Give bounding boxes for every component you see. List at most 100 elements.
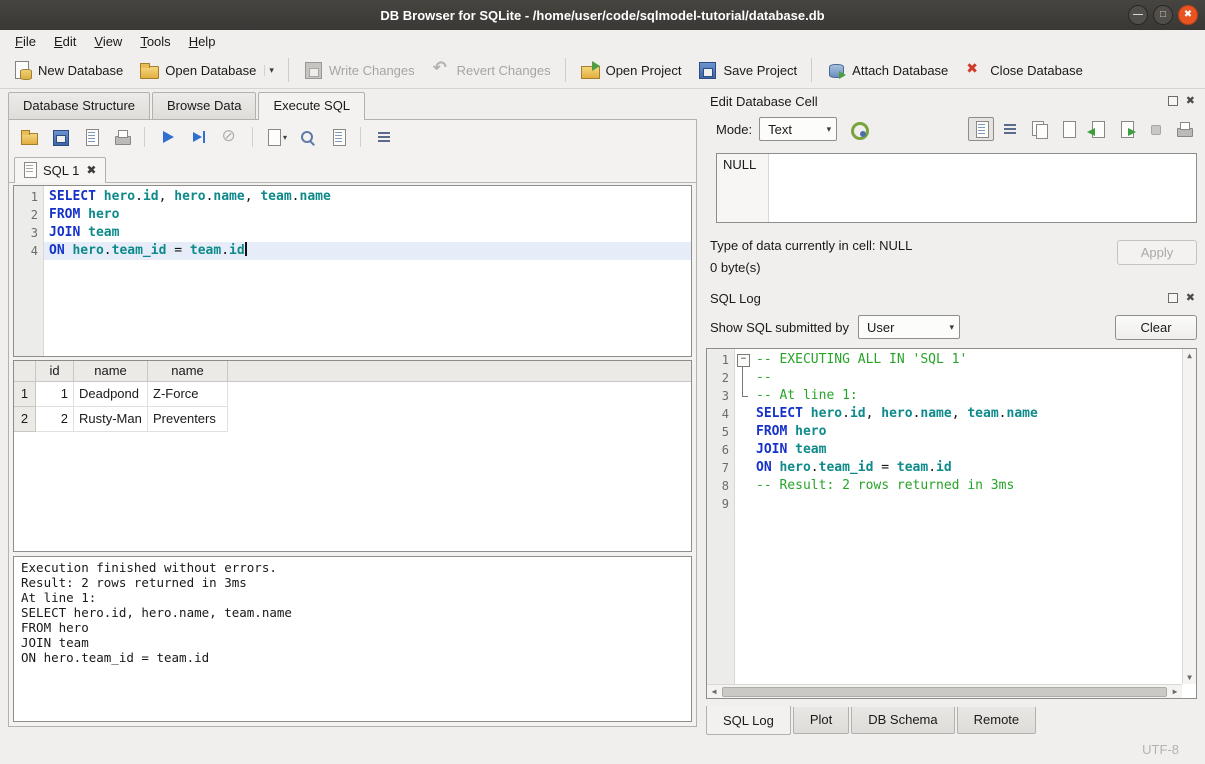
export-cell-button[interactable] [1113, 117, 1139, 141]
edit-cell-dock-header: Edit Database Cell ✖ [706, 89, 1197, 113]
replace-button[interactable] [324, 125, 351, 150]
import-cell-button[interactable] [1084, 117, 1110, 141]
float-dock-icon[interactable] [1168, 293, 1178, 303]
bottom-tab-db-schema[interactable]: DB Schema [851, 707, 954, 734]
table-cell[interactable]: Z-Force [148, 382, 228, 407]
menu-edit[interactable]: Edit [45, 32, 85, 51]
save-cell-button[interactable] [1055, 117, 1081, 141]
cell-value-editor[interactable]: NULL [716, 153, 1197, 223]
attach-database-icon [826, 60, 846, 80]
fold-marker [735, 387, 751, 405]
line-number: 1 [707, 351, 729, 369]
log-line: FROM hero [751, 423, 1196, 441]
query-tab-sql-1[interactable]: SQL 1 ✖ [14, 157, 106, 183]
format-sql-button[interactable] [370, 125, 397, 150]
open-database-button[interactable]: Open Database▾ [131, 56, 282, 84]
query-tabbar: SQL 1 ✖ [9, 154, 696, 183]
close-window-button[interactable]: ✖ [1178, 5, 1198, 25]
horizontal-scrollbar[interactable]: ◀ ▶ [707, 684, 1182, 698]
chevron-down-icon[interactable]: ▾ [264, 65, 274, 76]
menu-file[interactable]: File [6, 32, 45, 51]
editor-line: SELECT hero.id, hero.name, team.name [44, 188, 691, 206]
save-sql-file-button[interactable] [46, 125, 73, 150]
execute-sql-frame: ▾ SQL 1 ✖ 1234 SELECT hero.id, hero.name… [8, 119, 697, 727]
column-header-id-0[interactable]: id [36, 361, 74, 382]
table-corner[interactable] [14, 361, 36, 382]
menu-view[interactable]: View [85, 32, 131, 51]
clear-log-button[interactable]: Clear [1115, 315, 1197, 340]
mode-select[interactable]: Text ▾ [759, 117, 837, 141]
line-number: 2 [14, 206, 38, 224]
close-tab-icon[interactable]: ✖ [85, 163, 97, 177]
statusbar: UTF-8 [0, 736, 1205, 763]
open-sql-file-button[interactable] [15, 125, 42, 150]
table-cell[interactable]: Preventers [148, 407, 228, 432]
row-header[interactable]: 2 [14, 407, 36, 432]
search-icon [298, 128, 316, 146]
table-cell[interactable]: Deadpond [74, 382, 148, 407]
bottom-tab-plot[interactable]: Plot [793, 707, 849, 734]
submitter-select[interactable]: User ▾ [858, 315, 960, 339]
copy-cell-button[interactable] [1026, 117, 1052, 141]
close-database-button[interactable]: Close Database [956, 56, 1091, 84]
row-header[interactable]: 1 [14, 382, 36, 407]
fold-marker[interactable] [735, 351, 751, 369]
new-database-button[interactable]: New Database [4, 56, 131, 84]
close-dock-icon[interactable]: ✖ [1186, 96, 1195, 106]
column-header-name-1[interactable]: name [74, 361, 148, 382]
minimize-button[interactable]: — [1128, 5, 1148, 25]
tab-browse-data[interactable]: Browse Data [152, 92, 256, 119]
save-project-button[interactable]: Save Project [689, 56, 805, 84]
line-number: 8 [707, 477, 729, 495]
save-cell-icon [1059, 120, 1077, 138]
fold-space [735, 423, 751, 441]
column-header-name-2[interactable]: name [148, 361, 228, 382]
bottom-tab-sql-log[interactable]: SQL Log [706, 706, 791, 735]
text-mode-button[interactable] [968, 117, 994, 141]
table-cell[interactable]: 2 [36, 407, 74, 432]
menu-tools[interactable]: Tools [131, 32, 179, 51]
sql-log-dock-header: SQL Log ✖ [706, 286, 1197, 310]
execute-all-button[interactable] [154, 125, 181, 150]
word-wrap-button[interactable] [997, 117, 1023, 141]
editor-code-area[interactable]: SELECT hero.id, hero.name, team.nameFROM… [44, 186, 691, 356]
clear-cell-button [1142, 117, 1168, 141]
auto-detect-button[interactable] [844, 117, 871, 142]
print-sql-button[interactable] [108, 125, 135, 150]
editor-gutter: 1234 [14, 186, 44, 356]
apply-button: Apply [1117, 240, 1197, 265]
scrollbar-thumb[interactable] [722, 687, 1167, 697]
sql-log-view: 123456789 -- EXECUTING ALL IN 'SQL 1'---… [706, 348, 1197, 699]
close-dock-icon[interactable]: ✖ [1186, 293, 1195, 303]
open-project-button[interactable]: Open Project [572, 56, 690, 84]
table-cell[interactable]: Rusty-Man [74, 407, 148, 432]
log-line: SELECT hero.id, hero.name, team.name [751, 405, 1196, 423]
bottom-tabbar: SQL LogPlotDB SchemaRemote [706, 707, 1197, 736]
export-sql-button[interactable] [77, 125, 104, 150]
scroll-up-icon[interactable]: ▲ [1183, 351, 1197, 360]
scroll-left-icon[interactable]: ◀ [707, 687, 721, 696]
scroll-right-icon[interactable]: ▶ [1168, 687, 1182, 696]
save-file-icon [51, 128, 69, 146]
vertical-scrollbar[interactable]: ▲ ▼ [1182, 349, 1196, 684]
print-cell-button[interactable] [1171, 117, 1197, 141]
stop-execution-button [216, 125, 243, 150]
new-query-tab-button[interactable]: ▾ [262, 125, 289, 150]
tab-database-structure[interactable]: Database Structure [8, 92, 150, 119]
table-cell[interactable]: 1 [36, 382, 74, 407]
editor-line: JOIN team [44, 224, 691, 242]
stop-icon [221, 128, 239, 146]
maximize-button[interactable]: □ [1153, 5, 1173, 25]
line-number: 2 [707, 369, 729, 387]
tab-execute-sql[interactable]: Execute SQL [258, 92, 365, 120]
execute-line-button[interactable] [185, 125, 212, 150]
scroll-down-icon[interactable]: ▼ [1183, 673, 1197, 682]
bottom-tab-remote[interactable]: Remote [957, 707, 1037, 734]
attach-database-button[interactable]: Attach Database [818, 56, 956, 84]
float-dock-icon[interactable] [1168, 96, 1178, 106]
find-button[interactable] [293, 125, 320, 150]
fold-marker [735, 369, 751, 387]
menu-help[interactable]: Help [180, 32, 225, 51]
fold-space [735, 495, 751, 513]
sql-editor[interactable]: 1234 SELECT hero.id, hero.name, team.nam… [13, 185, 692, 357]
